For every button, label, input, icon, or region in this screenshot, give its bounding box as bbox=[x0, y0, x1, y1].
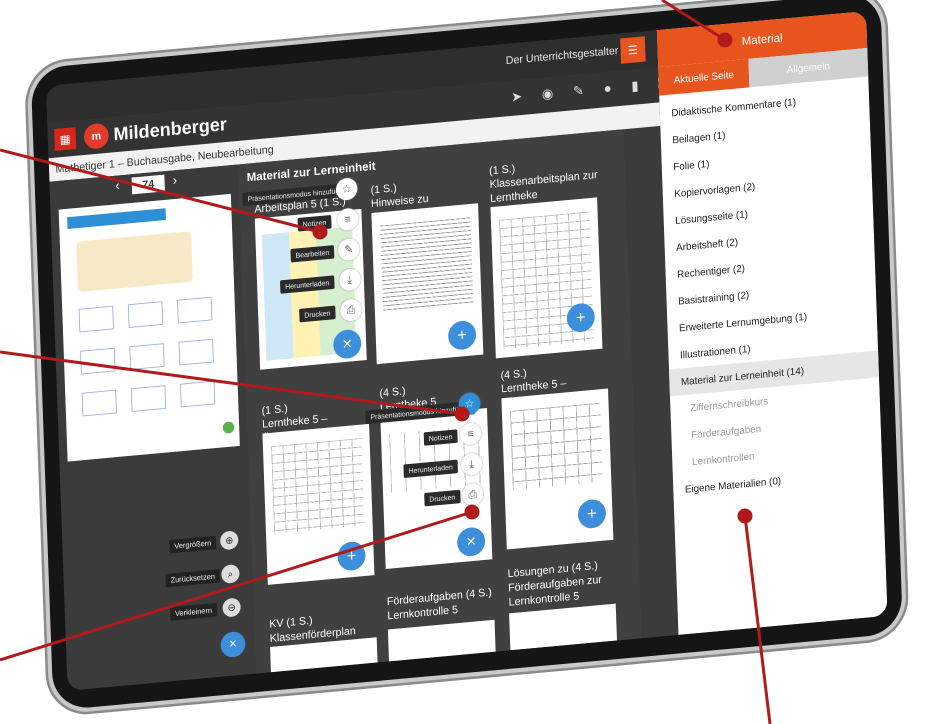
next-page-button[interactable]: › bbox=[173, 173, 178, 189]
material-card[interactable]: + bbox=[371, 203, 484, 365]
pen-icon[interactable]: ✎ bbox=[573, 81, 596, 100]
prev-page-button[interactable]: ‹ bbox=[115, 179, 120, 195]
zoom-in-icon[interactable]: ⊕ bbox=[219, 530, 239, 551]
app-screen: Der Unterrichtsgestalter ▾ ☰ ▦ m Mildenb… bbox=[46, 11, 888, 691]
grid-menu-icon[interactable]: ▦ bbox=[54, 127, 77, 151]
screen-wrapper: Der Unterrichtsgestalter ▾ ☰ ▦ m Mildenb… bbox=[30, 0, 904, 711]
number-pyramid bbox=[177, 296, 213, 324]
page-marker-icon bbox=[222, 421, 235, 434]
close-actions-button[interactable]: × bbox=[332, 328, 362, 360]
sidebar-list: Didaktische Kommentare (1) Beilagen (1) … bbox=[659, 82, 883, 504]
number-pyramid bbox=[78, 305, 114, 333]
number-pyramid bbox=[127, 301, 164, 328]
reset-zoom-tooltip: Zurücksetzen bbox=[165, 569, 221, 588]
number-pyramid bbox=[80, 347, 116, 375]
zoom-out-tooltip: Verkleinern bbox=[169, 603, 218, 621]
material-card[interactable]: + bbox=[501, 388, 614, 550]
card-thumbnail bbox=[380, 217, 474, 314]
number-pyramid bbox=[81, 389, 117, 417]
trash-icon[interactable]: ▮ bbox=[631, 76, 650, 95]
tablet-frame: Der Unterrichtsgestalter ▾ ☰ ▦ m Mildenb… bbox=[0, 0, 929, 724]
number-pyramid bbox=[180, 380, 216, 408]
add-material-button[interactable]: + bbox=[447, 319, 477, 351]
close-zoom-button[interactable]: × bbox=[220, 630, 246, 659]
book-page-preview[interactable] bbox=[58, 193, 240, 462]
reset-zoom-icon[interactable]: ⌕ bbox=[221, 563, 240, 584]
zoom-out-icon[interactable]: ⊖ bbox=[222, 597, 241, 618]
eye-icon[interactable]: ◉ bbox=[542, 84, 566, 103]
cursor-icon[interactable]: ➤ bbox=[511, 87, 534, 106]
page-number-input[interactable]: 74 bbox=[131, 174, 165, 195]
number-pyramid bbox=[130, 385, 167, 412]
list-icon[interactable]: ☰ bbox=[620, 36, 646, 64]
card-thumbnail bbox=[271, 438, 365, 534]
add-material-button[interactable]: + bbox=[337, 540, 366, 572]
add-material-button[interactable]: + bbox=[577, 498, 607, 530]
material-card[interactable]: + bbox=[490, 197, 603, 359]
number-pyramid bbox=[178, 338, 214, 366]
material-sidebar: Material Aktuelle Seite Allgemein Didakt… bbox=[656, 11, 888, 635]
page-illustration bbox=[76, 231, 193, 293]
close-actions-button[interactable]: × bbox=[456, 526, 486, 558]
number-pyramid bbox=[129, 343, 165, 370]
palette-icon[interactable]: ● bbox=[603, 80, 623, 97]
card-thumbnail bbox=[510, 402, 604, 490]
material-card[interactable]: + bbox=[262, 423, 375, 585]
page-banner bbox=[67, 208, 166, 229]
zoom-in-tooltip: Vergrößern bbox=[169, 535, 217, 554]
